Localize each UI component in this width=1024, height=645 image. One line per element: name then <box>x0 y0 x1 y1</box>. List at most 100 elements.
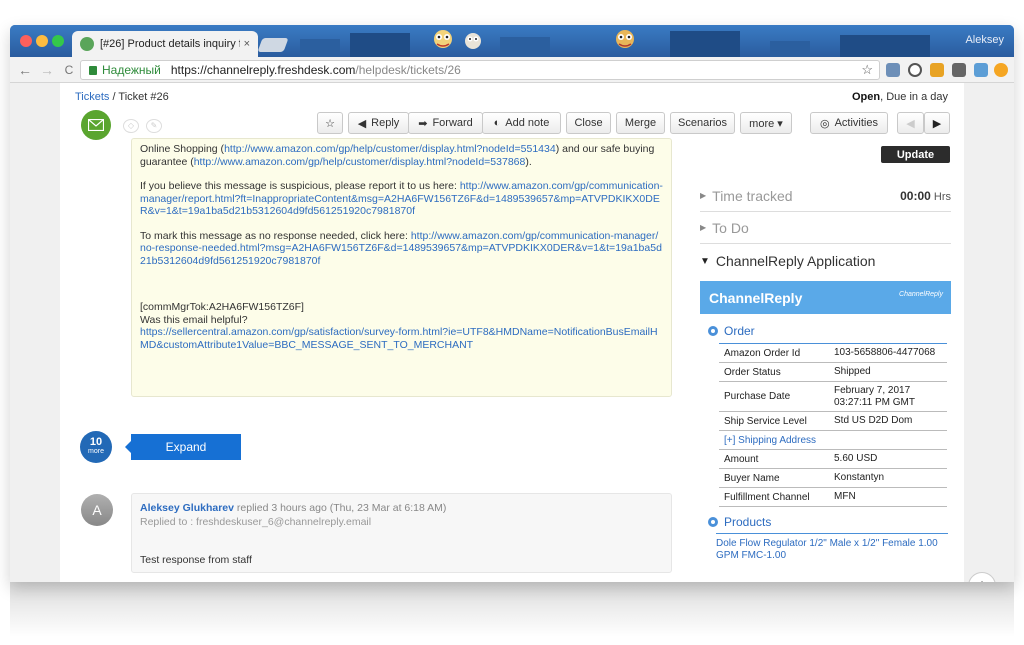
order-field-value: Std US D2D Dom <box>834 415 913 426</box>
email-link[interactable]: http://www.amazon.com/gp/help/customer/d… <box>194 156 526 168</box>
speed-extension-icon[interactable] <box>908 63 922 77</box>
order-row: Order Status Shipped <box>719 363 947 382</box>
order-field-label: Amount <box>724 453 759 465</box>
order-field-value: Konstantyn <box>834 472 885 483</box>
breadcrumb-tickets-link[interactable]: Tickets <box>75 91 109 103</box>
reply-arrow-icon: ◀ <box>357 117 367 130</box>
title-bar: [#26] Product details inquiry f × Alekse… <box>10 25 1014 57</box>
close-window-button[interactable] <box>20 35 32 47</box>
theme-building <box>840 35 930 57</box>
order-field-label: Ship Service Level <box>724 415 807 427</box>
theme-building <box>500 37 550 57</box>
scenarios-button[interactable]: Scenarios <box>670 112 735 134</box>
order-row: Ship Service Level Std US D2D Dom <box>719 412 947 431</box>
freshdesk-favicon-icon <box>80 37 94 51</box>
product-link[interactable]: Dole Flow Regulator 1/2" Male x 1/2" Fem… <box>716 533 948 562</box>
forward-arrow-icon: ➡ <box>418 117 428 130</box>
profile-name[interactable]: Aleksey <box>965 34 1004 46</box>
close-ticket-button[interactable]: Close <box>566 112 611 134</box>
address-bar[interactable]: Надежный https://channelreply.freshdesk.… <box>80 60 880 80</box>
check-circle-icon: ◎ <box>819 117 830 130</box>
reply-meta: replied 3 hours ago (Thu, 23 Mar at 6:18… <box>233 502 447 514</box>
scroll-to-top-button[interactable]: ^ <box>968 572 996 582</box>
gear-icon <box>708 326 718 336</box>
download-extension-icon[interactable] <box>886 63 900 77</box>
reload-button[interactable]: C <box>60 61 78 79</box>
email-link[interactable]: http://www.amazon.com/gp/help/customer/d… <box>224 143 556 155</box>
products-header[interactable]: Products <box>708 515 771 529</box>
theme-cartoon-icon <box>434 30 452 48</box>
order-header[interactable]: Order <box>708 324 755 338</box>
products-header-label: Products <box>724 515 772 529</box>
browser-window: [#26] Product details inquiry f × Alekse… <box>10 25 1014 582</box>
link-ghost-icon: ◇ <box>123 119 139 133</box>
back-button[interactable]: ← <box>16 61 34 79</box>
window-shadow <box>10 582 1014 637</box>
browser-toolbar: ← → C Надежный https://channelreply.fres… <box>10 57 1014 83</box>
email-paragraph: To mark this message as no response need… <box>140 230 663 268</box>
order-table: Amazon Order Id 103-5658806-4477068 Order … <box>719 343 947 507</box>
shield-extension-icon[interactable] <box>952 63 966 77</box>
reply-button[interactable]: ◀ Reply <box>348 112 409 134</box>
reply-author[interactable]: Aleksey Glukharev <box>140 502 234 514</box>
email-paragraph: Online Shopping (http://www.amazon.com/g… <box>140 143 663 168</box>
theme-cartoon-icon <box>465 33 481 49</box>
time-unit: Hrs <box>930 190 951 203</box>
todo-label: To Do <box>712 219 749 236</box>
zoom-window-button[interactable] <box>52 35 64 47</box>
survey-link[interactable]: https://sellercentral.amazon.com/gp/sati… <box>140 326 658 351</box>
expand-button[interactable]: Expand <box>125 434 241 460</box>
edit-ghost-icon: ✎ <box>146 119 162 133</box>
update-button[interactable]: Update <box>881 146 950 163</box>
avatar: A <box>81 494 113 526</box>
order-header-label: Order <box>724 324 755 338</box>
time-tracked-section[interactable]: ▶ Time tracked 00:00 Hrs <box>700 180 951 212</box>
merge-button[interactable]: Merge <box>616 112 665 134</box>
email-paragraph: If you believe this message is suspiciou… <box>140 180 663 218</box>
lock-icon <box>89 65 97 75</box>
gear-icon <box>708 517 718 527</box>
order-field-value: MFN <box>834 491 856 502</box>
order-row: Buyer Name Konstantyn <box>719 469 947 488</box>
status-value: Open <box>852 91 881 103</box>
order-field-label[interactable]: [+] Shipping Address <box>719 435 947 446</box>
url-host: https://channelreply.freshdesk.com <box>170 63 356 77</box>
translate-extension-icon[interactable] <box>974 63 988 77</box>
reply-body: Test response from staff <box>140 554 252 566</box>
star-ticket-button[interactable]: ☆ <box>317 112 343 134</box>
channelreply-logo: ChannelReply <box>899 291 943 298</box>
tab-title: [#26] Product details inquiry f <box>100 38 240 50</box>
order-row: [+] Shipping Address <box>719 431 947 450</box>
time-tracked-label: Time tracked <box>712 187 793 204</box>
minimize-window-button[interactable] <box>36 35 48 47</box>
time-tracked-value: 00:00 Hrs <box>900 189 951 203</box>
activities-button[interactable]: ◎ Activities <box>810 112 888 134</box>
theme-building <box>350 33 410 57</box>
new-tab-button[interactable] <box>257 38 289 52</box>
browser-tab-active[interactable]: [#26] Product details inquiry f × <box>72 31 258 57</box>
forward-label: Forward <box>432 117 473 129</box>
order-row: Amazon Order Id 103-5658806-4477068 <box>719 344 947 363</box>
channelreply-section[interactable]: ▼ ChannelReply Application <box>700 245 951 277</box>
order-field-label: Purchase Date <box>724 391 791 402</box>
url-path: /helpdesk/tickets/26 <box>355 63 461 77</box>
forward-button[interactable]: ➡ Forward <box>408 112 483 134</box>
banner-title: ChannelReply <box>709 289 803 306</box>
previous-ticket-button[interactable]: ◀ <box>897 112 924 134</box>
mail-extension-icon[interactable] <box>930 63 944 77</box>
add-note-button[interactable]: ◐ Add note <box>482 112 561 134</box>
ticket-status: Open, Due in a day <box>852 91 948 103</box>
breadcrumb-current: Ticket #26 <box>118 91 169 103</box>
collapsed-count-badge[interactable]: 10 more <box>80 431 112 463</box>
secure-label: Надежный <box>102 63 161 77</box>
todo-section[interactable]: ▶ To Do <box>700 212 951 244</box>
tab-close-icon[interactable]: × <box>244 38 250 50</box>
activities-label: Activities <box>834 117 878 129</box>
next-ticket-button[interactable]: ▶ <box>924 112 950 134</box>
notifier-extension-icon[interactable] <box>994 63 1008 77</box>
email-text: ). <box>525 155 532 168</box>
more-dropdown[interactable]: more ▾ <box>740 112 792 134</box>
bookmark-star-icon[interactable]: ☆ <box>861 62 873 78</box>
forward-button[interactable]: → <box>38 61 56 79</box>
collapse-arrow-icon: ▼ <box>700 255 710 267</box>
